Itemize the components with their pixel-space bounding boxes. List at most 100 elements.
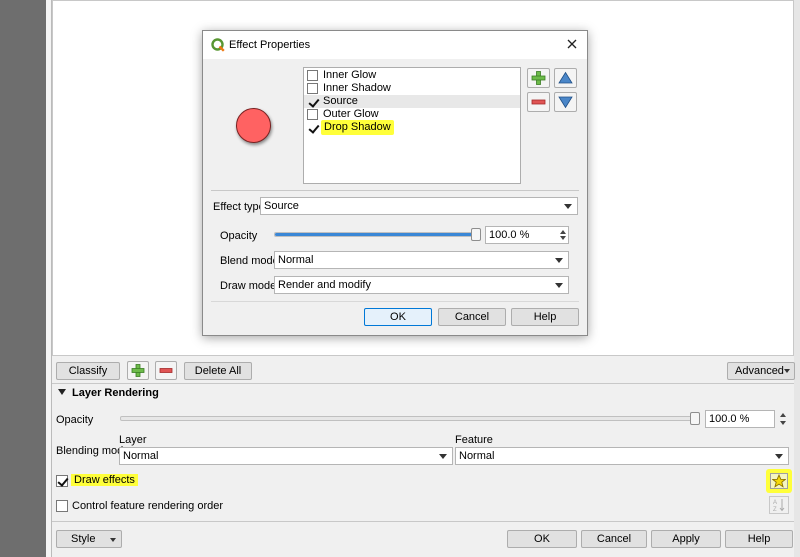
rendering-order-button[interactable]: A Z <box>769 496 789 514</box>
minus-icon <box>159 368 173 373</box>
layer-opacity-spin-arrows[interactable] <box>778 410 788 428</box>
effect-item-source[interactable]: Source <box>304 95 520 108</box>
remove-effect-button[interactable] <box>527 92 550 112</box>
draw-effects-checkbox[interactable] <box>56 475 68 487</box>
star-icon <box>772 474 786 488</box>
layer-opacity-slider-track[interactable] <box>120 416 700 421</box>
separator <box>52 383 794 384</box>
chevron-down-icon <box>439 454 447 459</box>
draw-effects-label[interactable]: Draw effects <box>71 474 138 486</box>
arrow-down-icon <box>558 96 573 109</box>
minus-icon <box>531 99 546 105</box>
layer-opacity-spinbox[interactable]: 100.0 % <box>705 410 775 428</box>
chevron-down-icon <box>555 283 563 288</box>
sort-az-icon: A Z <box>773 499 785 513</box>
spin-up-icon[interactable] <box>560 230 566 234</box>
close-icon[interactable] <box>565 37 579 51</box>
chevron-down-icon <box>555 258 563 263</box>
svg-text:A: A <box>773 500 777 506</box>
spin-down-icon[interactable] <box>560 236 566 240</box>
effect-type-label: Effect type <box>213 201 265 213</box>
effect-list[interactable]: Inner Glow Inner Shadow Source Outer Glo… <box>303 67 521 184</box>
dialog-opacity-spinbox[interactable]: 100.0 % <box>485 226 569 244</box>
style-dropdown[interactable]: Style <box>56 530 122 548</box>
collapse-triangle-icon <box>58 389 66 395</box>
layer-opacity-slider-handle[interactable] <box>690 412 700 425</box>
add-class-button[interactable] <box>127 361 149 380</box>
preview-circle <box>236 108 271 143</box>
arrow-up-icon <box>558 71 573 84</box>
cancel-button[interactable]: Cancel <box>581 530 647 548</box>
right-edge <box>794 0 800 557</box>
move-down-button[interactable] <box>554 92 577 112</box>
control-rendering-order-label[interactable]: Control feature rendering order <box>72 500 223 512</box>
chevron-down-icon <box>784 369 790 373</box>
feature-blend-value: Normal <box>459 450 495 462</box>
effect-item-label: Inner Glow <box>323 69 377 81</box>
remove-class-button[interactable] <box>155 361 177 380</box>
left-dock <box>0 0 52 557</box>
dialog-title: Effect Properties <box>229 39 311 51</box>
customize-effects-button[interactable] <box>766 469 792 493</box>
move-up-button[interactable] <box>554 68 577 88</box>
chevron-down-icon <box>564 204 572 209</box>
effect-item-label: Inner Shadow <box>323 82 391 94</box>
dialog-opacity-label: Opacity <box>220 230 258 242</box>
draw-mode-label: Draw mode <box>220 280 277 292</box>
effect-properties-dialog: Effect Properties Inner Glow Inner Shado… <box>202 30 588 336</box>
effect-checkbox[interactable] <box>307 109 318 120</box>
blend-mode-combo[interactable]: Normal <box>274 251 569 269</box>
plus-icon <box>131 364 145 377</box>
dialog-help-button[interactable]: Help <box>511 308 579 326</box>
layer-rendering-title: Layer Rendering <box>72 387 159 399</box>
apply-button[interactable]: Apply <box>651 530 721 548</box>
chevron-down-icon <box>775 454 783 459</box>
separator <box>52 521 794 522</box>
add-effect-button[interactable] <box>527 68 550 88</box>
dialog-opacity-slider-fill <box>275 233 478 236</box>
dialog-cancel-button[interactable]: Cancel <box>438 308 506 326</box>
effect-type-combo[interactable]: Source <box>260 197 578 215</box>
plus-icon <box>531 71 546 85</box>
opacity-label: Opacity <box>56 414 94 426</box>
dialog-opacity-slider-handle[interactable] <box>471 228 481 241</box>
style-label: Style <box>71 533 96 545</box>
effect-item-inner-shadow[interactable]: Inner Shadow <box>304 82 520 95</box>
qgis-logo-icon <box>211 38 225 52</box>
advanced-label: Advanced <box>735 365 784 377</box>
effect-preview <box>233 105 273 145</box>
effect-checkbox[interactable] <box>307 96 318 107</box>
blend-mode-value: Normal <box>278 254 314 266</box>
delete-all-button[interactable]: Delete All <box>184 362 252 380</box>
draw-mode-value: Render and modify <box>278 279 371 291</box>
effect-checkbox[interactable] <box>307 70 318 81</box>
dialog-separator <box>211 190 579 191</box>
svg-text:Z: Z <box>773 507 777 513</box>
classify-button[interactable]: Classify <box>56 362 120 380</box>
effect-item-label: Source <box>323 95 358 107</box>
layer-blend-value: Normal <box>123 450 159 462</box>
feature-label: Feature <box>455 434 493 446</box>
chevron-down-icon <box>110 538 116 542</box>
effect-item-drop-shadow[interactable]: Drop Shadow <box>304 120 520 135</box>
feature-blend-combo[interactable]: Normal <box>455 447 789 465</box>
layer-rendering-header[interactable]: Layer Rendering <box>58 387 159 399</box>
advanced-dropdown[interactable]: Advanced <box>727 362 795 380</box>
effect-type-value: Source <box>264 200 299 212</box>
dialog-titlebar[interactable]: Effect Properties <box>203 31 587 59</box>
layer-opacity-value: 100.0 % <box>709 413 750 425</box>
dialog-separator <box>211 301 579 302</box>
draw-mode-combo[interactable]: Render and modify <box>274 276 569 294</box>
blend-mode-label: Blend mode <box>220 255 279 267</box>
effect-item-inner-glow[interactable]: Inner Glow <box>304 69 520 82</box>
ok-button[interactable]: OK <box>507 530 577 548</box>
control-rendering-order-checkbox[interactable] <box>56 500 68 512</box>
help-button[interactable]: Help <box>725 530 793 548</box>
effect-checkbox[interactable] <box>307 122 318 133</box>
layer-blend-combo[interactable]: Normal <box>119 447 453 465</box>
dialog-opacity-slider-track[interactable] <box>274 232 481 237</box>
effect-checkbox[interactable] <box>307 83 318 94</box>
dialog-opacity-value: 100.0 % <box>489 229 530 241</box>
effect-item-label: Drop Shadow <box>321 120 394 135</box>
dialog-ok-button[interactable]: OK <box>364 308 432 326</box>
